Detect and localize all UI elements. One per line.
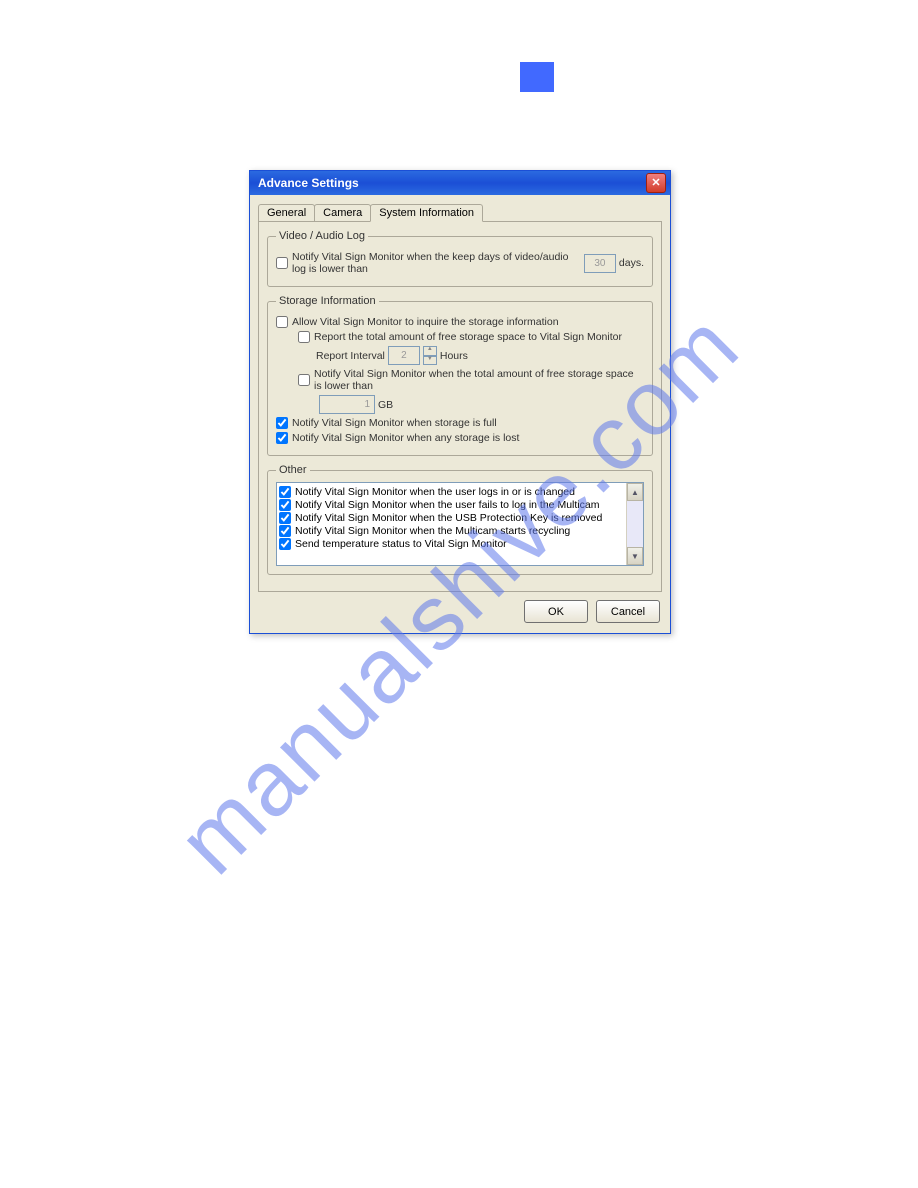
ok-button[interactable]: OK bbox=[524, 600, 588, 623]
low-value-unit: GB bbox=[378, 399, 393, 411]
decorative-square bbox=[520, 62, 554, 92]
report-total-label: Report the total amount of free storage … bbox=[314, 331, 622, 343]
storage-information-group: Storage Information Allow Vital Sign Mon… bbox=[267, 295, 653, 456]
other-listbox: Notify Vital Sign Monitor when the user … bbox=[276, 482, 644, 566]
close-icon: ✕ bbox=[651, 178, 660, 189]
list-item-checkbox[interactable] bbox=[279, 538, 291, 550]
list-item[interactable]: Notify Vital Sign Monitor when the Multi… bbox=[279, 525, 624, 537]
allow-inquire-checkbox[interactable] bbox=[276, 316, 288, 328]
report-interval-input[interactable] bbox=[388, 346, 420, 365]
list-item-label: Notify Vital Sign Monitor when the USB P… bbox=[295, 512, 602, 524]
allow-inquire-label: Allow Vital Sign Monitor to inquire the … bbox=[292, 316, 559, 328]
allow-inquire-row: Allow Vital Sign Monitor to inquire the … bbox=[276, 316, 644, 328]
spin-down-icon[interactable]: ▼ bbox=[423, 356, 437, 366]
tab-strip: General Camera System Information bbox=[258, 201, 662, 222]
low-value-row: GB bbox=[276, 395, 644, 414]
chevron-down-icon: ▼ bbox=[631, 552, 639, 561]
list-item-checkbox[interactable] bbox=[279, 525, 291, 537]
notify-keep-days-label: Notify Vital Sign Monitor when the keep … bbox=[292, 251, 581, 275]
notify-keep-days-checkbox[interactable] bbox=[276, 257, 288, 269]
scroll-track[interactable] bbox=[627, 501, 643, 547]
notify-low-label: Notify Vital Sign Monitor when the total… bbox=[314, 368, 644, 392]
list-item-label: Notify Vital Sign Monitor when the user … bbox=[295, 486, 575, 498]
report-interval-spinner[interactable]: ▲ ▼ bbox=[385, 346, 440, 365]
notify-low-row: Notify Vital Sign Monitor when the total… bbox=[276, 368, 644, 392]
notify-low-checkbox[interactable] bbox=[298, 374, 310, 386]
list-item-checkbox[interactable] bbox=[279, 499, 291, 511]
notify-full-row: Notify Vital Sign Monitor when storage i… bbox=[276, 417, 644, 429]
titlebar: Advance Settings ✕ bbox=[250, 171, 670, 195]
scroll-down-button[interactable]: ▼ bbox=[627, 547, 643, 565]
list-item-label: Notify Vital Sign Monitor when the Multi… bbox=[295, 525, 570, 537]
client-area: General Camera System Information Video … bbox=[250, 195, 670, 633]
keep-days-unit: days. bbox=[619, 257, 644, 269]
storage-legend: Storage Information bbox=[276, 295, 379, 307]
video-audio-legend: Video / Audio Log bbox=[276, 230, 368, 242]
list-item[interactable]: Notify Vital Sign Monitor when the USB P… bbox=[279, 512, 624, 524]
report-total-checkbox[interactable] bbox=[298, 331, 310, 343]
notify-keep-days-row: Notify Vital Sign Monitor when the keep … bbox=[276, 251, 644, 275]
notify-lost-label: Notify Vital Sign Monitor when any stora… bbox=[292, 432, 519, 444]
notify-lost-checkbox[interactable] bbox=[276, 432, 288, 444]
notify-full-checkbox[interactable] bbox=[276, 417, 288, 429]
video-audio-log-group: Video / Audio Log Notify Vital Sign Moni… bbox=[267, 230, 653, 287]
scrollbar[interactable]: ▲ ▼ bbox=[626, 483, 643, 565]
other-group: Other Notify Vital Sign Monitor when the… bbox=[267, 464, 653, 575]
low-value-input[interactable] bbox=[319, 395, 375, 414]
list-item-checkbox[interactable] bbox=[279, 512, 291, 524]
list-item[interactable]: Notify Vital Sign Monitor when the user … bbox=[279, 499, 624, 511]
list-item[interactable]: Notify Vital Sign Monitor when the user … bbox=[279, 486, 624, 498]
button-bar: OK Cancel bbox=[258, 592, 662, 625]
cancel-button[interactable]: Cancel bbox=[596, 600, 660, 623]
advance-settings-dialog: Advance Settings ✕ General Camera System… bbox=[249, 170, 671, 634]
list-content: Notify Vital Sign Monitor when the user … bbox=[277, 483, 626, 565]
list-item-label: Notify Vital Sign Monitor when the user … bbox=[295, 499, 599, 511]
tab-system-information[interactable]: System Information bbox=[370, 204, 483, 222]
spin-up-icon[interactable]: ▲ bbox=[423, 346, 437, 356]
report-interval-label: Report Interval bbox=[316, 350, 385, 362]
chevron-up-icon: ▲ bbox=[631, 488, 639, 497]
list-item[interactable]: Send temperature status to Vital Sign Mo… bbox=[279, 538, 624, 550]
list-item-label: Send temperature status to Vital Sign Mo… bbox=[295, 538, 507, 550]
list-item-checkbox[interactable] bbox=[279, 486, 291, 498]
close-button[interactable]: ✕ bbox=[646, 173, 666, 193]
tab-camera[interactable]: Camera bbox=[314, 204, 371, 221]
report-interval-unit: Hours bbox=[440, 350, 468, 362]
notify-full-label: Notify Vital Sign Monitor when storage i… bbox=[292, 417, 497, 429]
keep-days-input[interactable] bbox=[584, 254, 616, 273]
tab-body: Video / Audio Log Notify Vital Sign Moni… bbox=[258, 222, 662, 592]
tab-general[interactable]: General bbox=[258, 204, 315, 221]
scroll-up-button[interactable]: ▲ bbox=[627, 483, 643, 501]
notify-lost-row: Notify Vital Sign Monitor when any stora… bbox=[276, 432, 644, 444]
other-legend: Other bbox=[276, 464, 310, 476]
dialog-title: Advance Settings bbox=[258, 176, 359, 190]
report-interval-row: Report Interval ▲ ▼ Hours bbox=[276, 346, 644, 365]
report-total-row: Report the total amount of free storage … bbox=[276, 331, 644, 343]
